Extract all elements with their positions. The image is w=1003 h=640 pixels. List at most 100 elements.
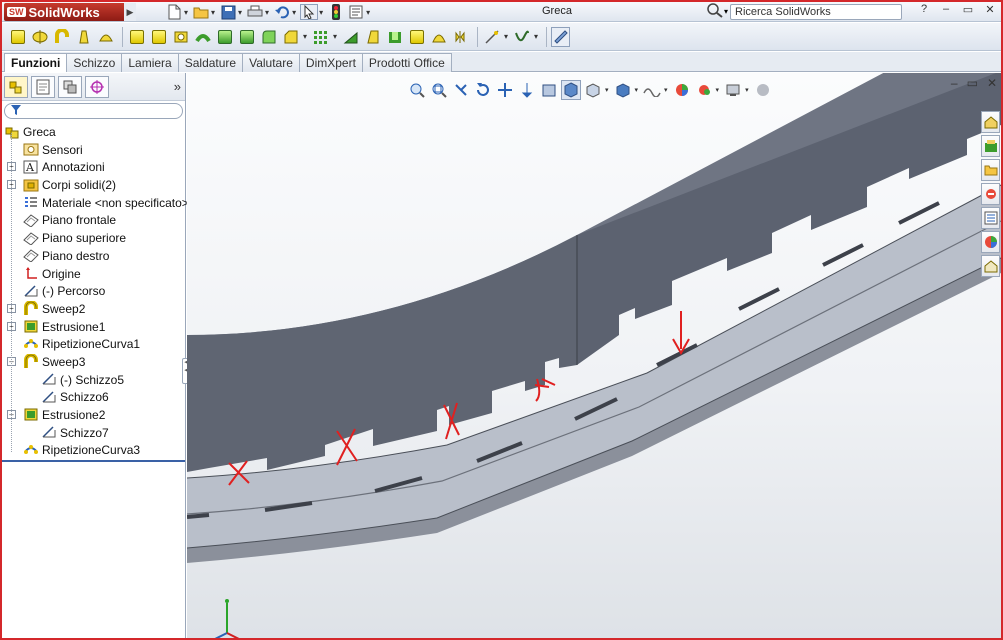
search-icon[interactable] [706,2,724,21]
file-properties-icon[interactable] [347,4,365,20]
viewport-minimize-button[interactable]: – [951,76,958,90]
print-icon[interactable] [246,4,264,20]
tree-item[interactable]: Origine [2,265,185,283]
tree-item[interactable]: RipetizioneCurva1 [2,335,185,353]
wrap-icon[interactable] [407,27,426,47]
help-button[interactable]: ? [917,3,931,16]
hole-wizard-icon[interactable] [171,27,190,47]
extruded-boss-icon[interactable] [8,27,27,47]
new-dropdown-icon[interactable]: ▾ [184,8,188,17]
restore-button[interactable]: ▭ [961,3,975,16]
tree-item[interactable]: (-) Schizzo5 [2,371,185,389]
tree-item[interactable]: (-) Percorso [2,282,185,300]
lofted-cut-icon[interactable] [215,27,234,47]
tab-dimxpert[interactable]: DimXpert [298,53,363,72]
realview-icon[interactable] [694,80,714,100]
previous-view-icon[interactable] [451,80,471,100]
extruded-cut-icon[interactable] [127,27,146,47]
panel-expand-icon[interactable]: » [174,79,181,94]
propertymanager-tab-icon[interactable] [31,75,55,98]
design-library-icon[interactable] [981,135,1000,157]
viewport-close-button[interactable]: ✕ [987,76,997,90]
file-explorer-icon[interactable] [981,159,1000,181]
close-button[interactable]: ✕ [983,3,997,16]
tree-filter-field[interactable] [4,103,183,119]
rebuild-traffic-light-icon[interactable] [327,4,345,20]
view-settings-icon[interactable] [723,80,743,100]
tree-item[interactable]: + A Annotazioni [2,158,185,176]
revolved-cut-icon[interactable] [149,27,168,47]
save-icon[interactable] [219,4,237,20]
curves-dropdown-icon[interactable]: ▾ [534,32,538,41]
boundary-cut-icon[interactable] [237,27,256,47]
select-pointer-icon[interactable] [300,4,319,20]
dimxpertmanager-tab-icon[interactable] [85,75,109,98]
featuremanager-tab-icon[interactable] [4,75,28,98]
tree-item[interactable]: + Corpi solidi(2) [2,176,185,194]
swept-boss-icon[interactable] [52,27,71,47]
tree-item[interactable]: + Estrusione1 [2,318,185,336]
properties-dropdown-icon[interactable]: ▾ [366,8,370,17]
viewport-restore-button[interactable]: ▭ [967,76,978,90]
mirror-icon[interactable] [451,27,470,47]
appearance-dropdown-icon[interactable]: ▾ [635,86,639,94]
appearances-scenes-icon[interactable] [981,231,1000,253]
search-options-dropdown-icon[interactable]: ▾ [724,7,728,16]
rollback-bar[interactable] [2,460,185,463]
fillet-icon[interactable] [259,27,278,47]
search-results-icon[interactable] [981,183,1000,205]
section-view-icon[interactable] [517,80,537,100]
open-folder-icon[interactable] [192,4,210,20]
solidworks-menu-button[interactable]: SW SolidWorks [4,3,134,21]
swept-cut-icon[interactable] [193,27,212,47]
chamfer-icon[interactable] [281,27,300,47]
tree-item[interactable]: Materiale <non specificato> [2,194,189,212]
solidworks-resources-icon[interactable] [981,111,1000,133]
graphics-area[interactable]: ▾ ▾ ▾ ▾ ▾ – ▭ ✕ [187,73,1001,638]
rib-icon[interactable] [341,27,360,47]
display-style-icon[interactable] [561,80,581,100]
tree-item[interactable]: RipetizioneCurva3 [2,441,185,459]
appearances-ball-icon[interactable] [672,80,692,100]
tree-item[interactable]: Greca [2,123,185,141]
tree-item[interactable]: Piano destro [2,247,185,265]
rotate-view-icon[interactable] [473,80,493,100]
zoom-to-area-icon[interactable] [429,80,449,100]
undo-dropdown-icon[interactable]: ▾ [292,8,296,17]
revolved-boss-icon[interactable] [30,27,49,47]
tree-item[interactable]: – Sweep3 [2,353,185,371]
pan-icon[interactable] [495,80,515,100]
tree-item[interactable]: – Estrusione2 [2,406,185,424]
scene-icon[interactable] [642,80,662,100]
edit-appearance-icon[interactable] [613,80,633,100]
select-dropdown-icon[interactable]: ▾ [319,8,323,17]
linear-pattern-icon[interactable] [311,27,330,47]
tab-lamiera[interactable]: Lamiera [121,53,179,72]
scene-dropdown-icon[interactable]: ▾ [664,86,668,94]
view-palette-icon[interactable] [981,207,1000,229]
view-orientation-icon[interactable] [539,80,559,100]
realview-dropdown-icon[interactable]: ▾ [716,86,720,94]
instant3d-icon[interactable] [551,26,571,47]
pattern-dropdown-icon[interactable]: ▾ [333,32,337,41]
open-dropdown-icon[interactable]: ▾ [211,8,215,17]
tab-saldature[interactable]: Saldature [177,53,244,72]
draft-icon[interactable] [363,27,382,47]
boundary-boss-icon[interactable] [96,27,115,47]
tab-funzioni[interactable]: Funzioni [4,53,68,72]
reference-geometry-icon[interactable] [482,27,501,47]
tree-item[interactable]: Piano superiore [2,229,185,247]
save-dropdown-icon[interactable]: ▾ [238,8,242,17]
configurationmanager-tab-icon[interactable] [58,75,82,98]
tree-item[interactable]: + Sweep2 [2,300,185,318]
tree-item[interactable]: Piano frontale [2,211,185,229]
view-settings-dropdown-icon[interactable]: ▾ [745,86,749,94]
shell-icon[interactable] [385,27,404,47]
fillet-dropdown-icon[interactable]: ▾ [303,32,307,41]
tab-schizzo[interactable]: Schizzo [66,53,123,72]
curves-icon[interactable] [512,27,531,47]
tab-valutare[interactable]: Valutare [242,53,300,72]
zoom-to-fit-icon[interactable] [407,80,427,100]
search-input[interactable] [730,3,902,20]
minimize-button[interactable]: – [939,3,953,16]
